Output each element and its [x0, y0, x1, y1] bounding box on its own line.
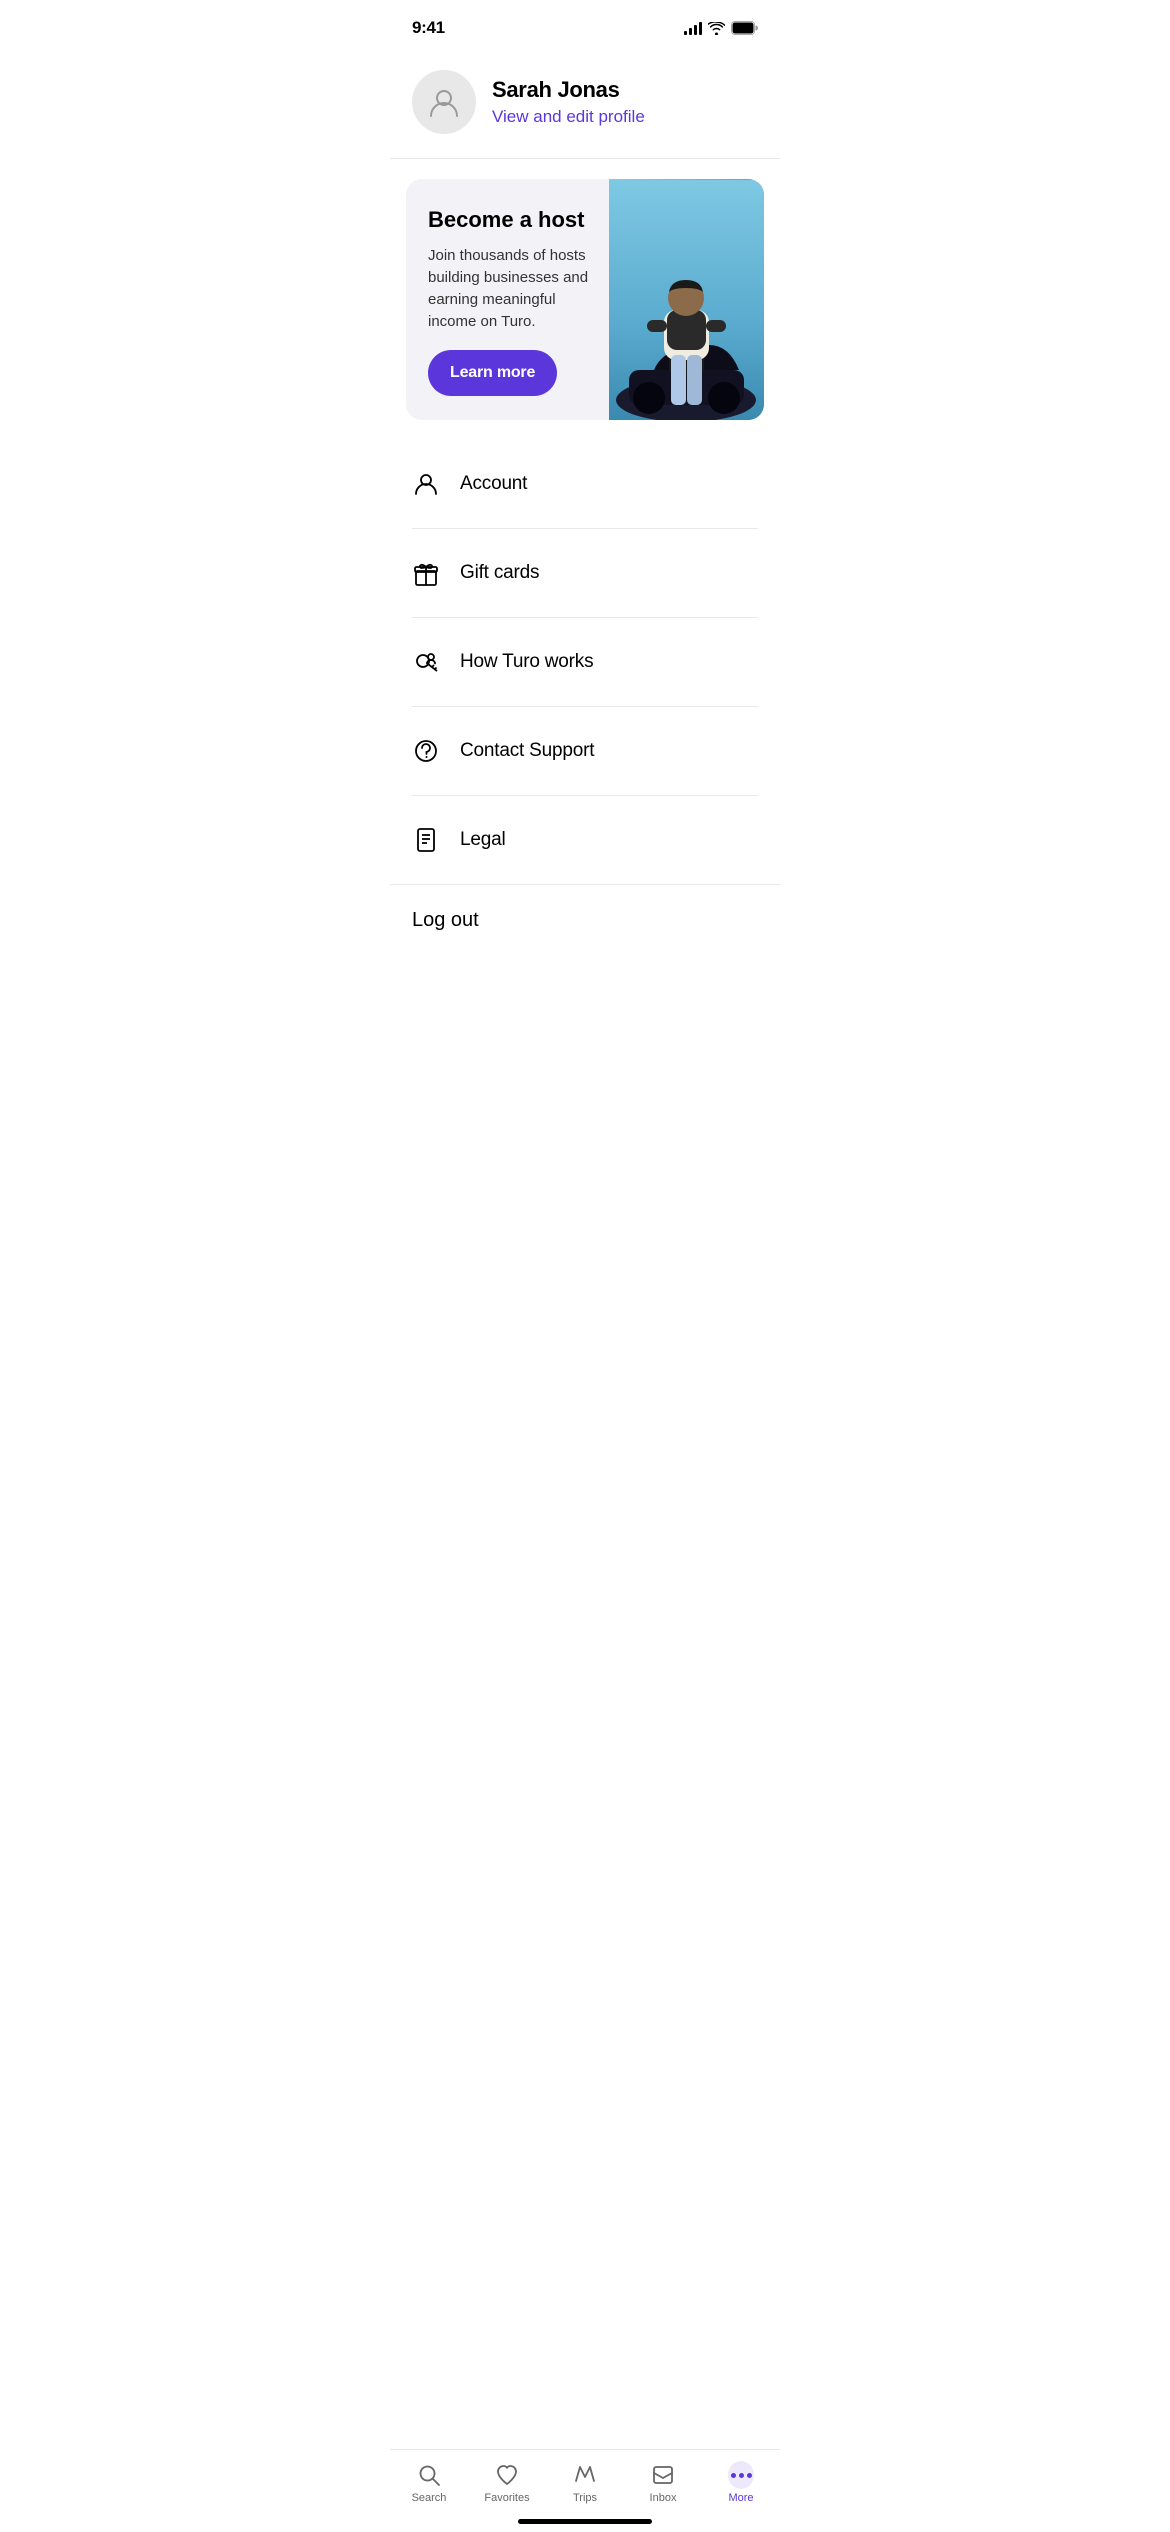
profile-info: Sarah Jonas View and edit profile	[492, 77, 645, 127]
tab-favorites-label: Favorites	[484, 2492, 529, 2504]
menu-item-account[interactable]: Account	[390, 448, 780, 520]
search-icon	[416, 2462, 442, 2488]
learn-more-button[interactable]: Learn more	[428, 350, 557, 396]
wifi-icon	[708, 22, 725, 35]
profile-name: Sarah Jonas	[492, 77, 645, 103]
support-icon	[412, 737, 440, 765]
menu-divider-2	[412, 617, 758, 618]
menu-divider-4	[412, 795, 758, 796]
how-turo-works-label: How Turo works	[460, 651, 593, 673]
menu-item-how-turo-works[interactable]: How Turo works	[390, 626, 780, 698]
host-banner: Become a host Join thousands of hosts bu…	[406, 179, 764, 420]
account-label: Account	[460, 473, 527, 495]
tab-more-label: More	[728, 2492, 753, 2504]
tab-trips-label: Trips	[573, 2492, 597, 2504]
status-bar: 9:41	[390, 0, 780, 50]
signal-icon	[684, 22, 702, 35]
logout-text[interactable]: Log out	[412, 909, 479, 931]
host-banner-content: Become a host Join thousands of hosts bu…	[406, 179, 609, 420]
key-icon	[412, 648, 440, 676]
legal-label: Legal	[460, 829, 506, 851]
tab-search[interactable]: Search	[399, 2462, 459, 2504]
avatar	[412, 70, 476, 134]
tab-favorites[interactable]: Favorites	[477, 2462, 537, 2504]
contact-support-label: Contact Support	[460, 740, 594, 762]
tab-trips[interactable]: Trips	[555, 2462, 615, 2504]
menu-item-contact-support[interactable]: Contact Support	[390, 715, 780, 787]
logout-section[interactable]: Log out	[390, 885, 780, 964]
person-icon	[412, 470, 440, 498]
trips-icon	[572, 2462, 598, 2488]
edit-profile-link[interactable]: View and edit profile	[492, 107, 645, 127]
home-indicator	[518, 2519, 652, 2524]
host-banner-description: Join thousands of hosts building busines…	[428, 245, 589, 332]
menu-section: Account Gift cards	[390, 440, 780, 884]
tab-inbox-label: Inbox	[650, 2492, 677, 2504]
tab-inbox[interactable]: Inbox	[633, 2462, 693, 2504]
gift-cards-label: Gift cards	[460, 562, 539, 584]
legal-icon	[412, 826, 440, 854]
tab-more[interactable]: More	[711, 2462, 771, 2504]
battery-icon	[731, 21, 758, 35]
menu-item-legal[interactable]: Legal	[390, 804, 780, 876]
heart-icon	[494, 2462, 520, 2488]
status-icons	[684, 21, 758, 35]
more-icon	[728, 2462, 754, 2488]
menu-item-gift-cards[interactable]: Gift cards	[390, 537, 780, 609]
status-time: 9:41	[412, 18, 445, 38]
gift-icon	[412, 559, 440, 587]
menu-divider-3	[412, 706, 758, 707]
host-banner-title: Become a host	[428, 207, 589, 233]
menu-divider-1	[412, 528, 758, 529]
profile-section[interactable]: Sarah Jonas View and edit profile	[390, 50, 780, 158]
tab-search-label: Search	[412, 2492, 447, 2504]
host-banner-image	[609, 179, 764, 420]
profile-divider	[390, 158, 780, 159]
inbox-icon	[650, 2462, 676, 2488]
